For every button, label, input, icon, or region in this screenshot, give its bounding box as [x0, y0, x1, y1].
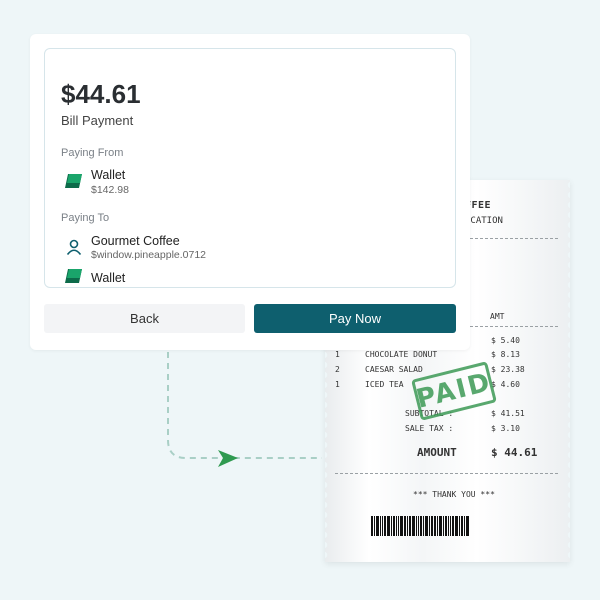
- wallet-icon: [65, 269, 82, 283]
- back-button[interactable]: Back: [44, 304, 245, 333]
- wallet-icon: [65, 174, 82, 188]
- arrow-head-icon: [218, 450, 238, 467]
- paying-from-label: Paying From: [61, 147, 124, 159]
- payment-amount: $44.61: [61, 79, 141, 109]
- from-account-name: Wallet: [91, 168, 126, 182]
- payee-name: Gourmet Coffee: [91, 234, 180, 248]
- paying-to-label: Paying To: [61, 212, 110, 224]
- payment-card: $44.61 Bill Payment Paying From Wallet $…: [30, 34, 470, 350]
- from-account-balance: $142.98: [91, 184, 129, 196]
- pay-now-button[interactable]: Pay Now: [254, 304, 456, 333]
- payee-handle: $window.pineapple.0712: [91, 249, 207, 261]
- person-icon: [66, 239, 82, 256]
- payment-type: Bill Payment: [61, 113, 134, 128]
- payee-method: Wallet: [91, 271, 126, 285]
- payment-summary: $44.61 Bill Payment Paying From Wallet $…: [44, 48, 456, 288]
